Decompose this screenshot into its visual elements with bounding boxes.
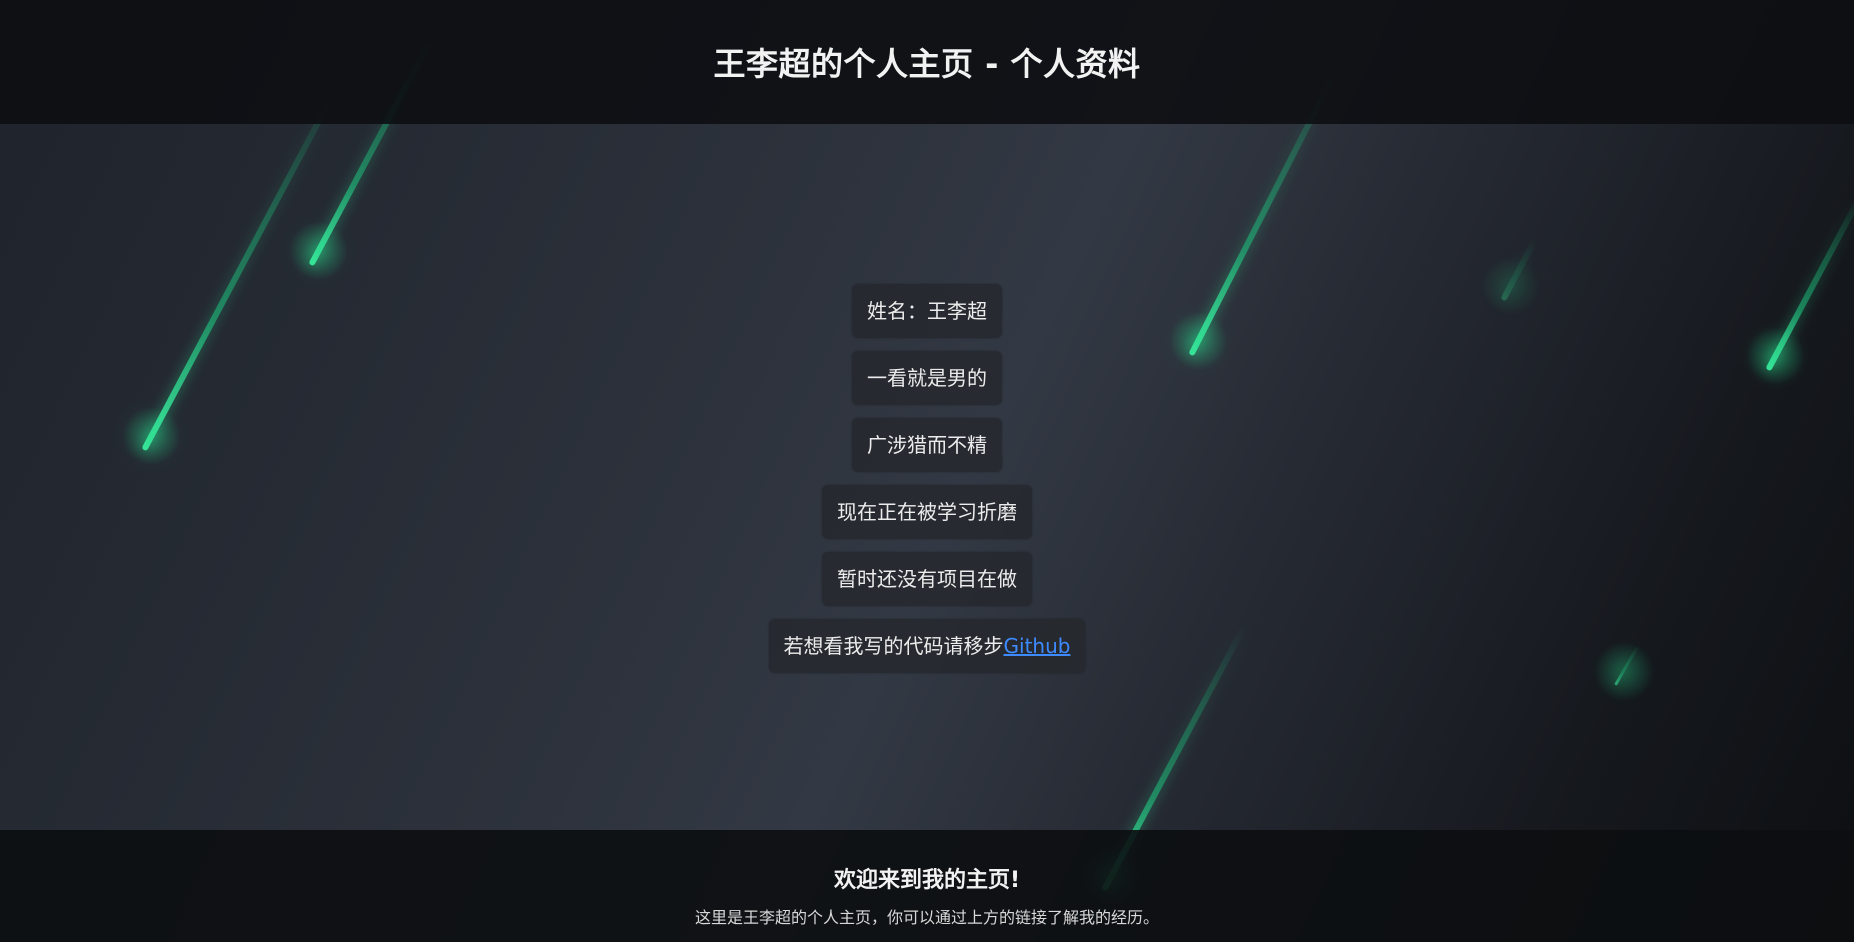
footer-heading: 欢迎来到我的主页!: [833, 868, 1021, 893]
profile-section: 姓名：王李超 一看就是男的 广涉猎而不精 现在正在被学习折磨 暂时还没有项目在做…: [0, 124, 1854, 830]
page-header: 王李超的个人主页 - 个人资料: [0, 0, 1854, 124]
page-title: 王李超的个人主页 - 个人资料: [713, 45, 1141, 83]
github-link[interactable]: Github: [1004, 634, 1071, 658]
profile-list: 姓名：王李超 一看就是男的 广涉猎而不精 现在正在被学习折磨 暂时还没有项目在做…: [0, 284, 1854, 673]
profile-item-projects: 暂时还没有项目在做: [822, 552, 1032, 606]
profile-item-code: 若想看我写的代码请移步Github: [768, 619, 1086, 673]
footer-description: 这里是王李超的个人主页，你可以通过上方的链接了解我的经历。: [694, 908, 1159, 927]
profile-item-status: 现在正在被学习折磨: [822, 485, 1032, 539]
profile-item-interests: 广涉猎而不精: [852, 418, 1002, 472]
profile-item-gender: 一看就是男的: [852, 351, 1002, 405]
code-prompt-text: 若想看我写的代码请移步: [783, 634, 1004, 658]
page-footer: 欢迎来到我的主页! 这里是王李超的个人主页，你可以通过上方的链接了解我的经历。: [0, 830, 1854, 942]
profile-item-name: 姓名：王李超: [852, 284, 1002, 338]
